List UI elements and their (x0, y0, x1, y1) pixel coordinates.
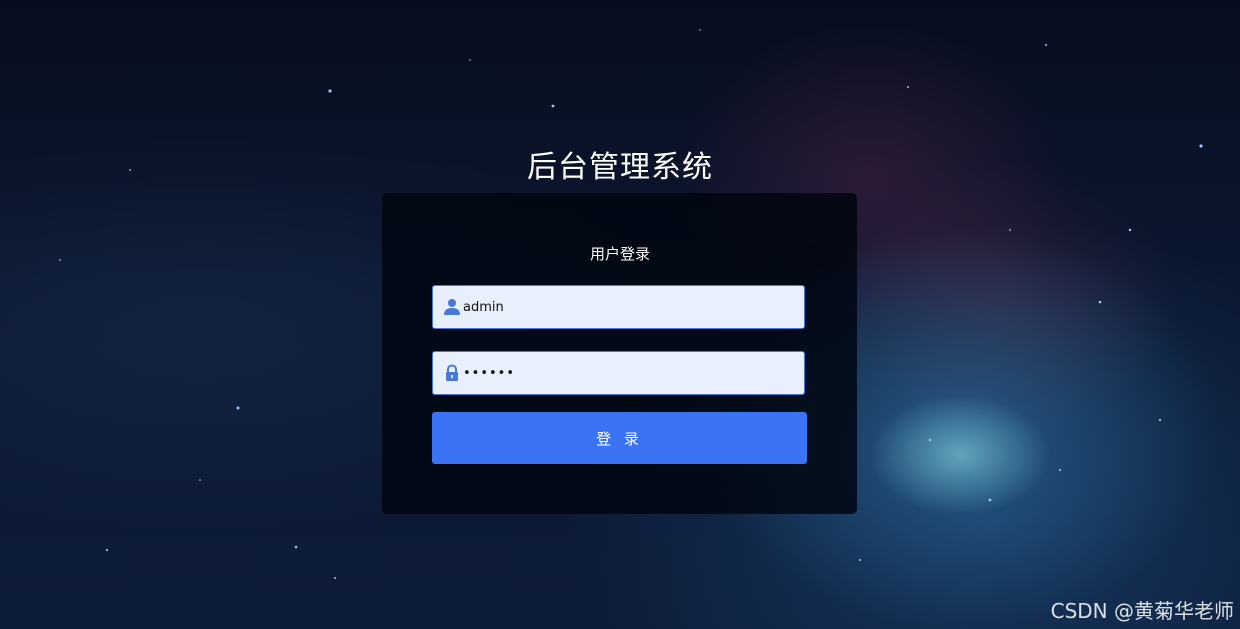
username-input[interactable] (463, 286, 793, 328)
password-input[interactable] (463, 352, 793, 394)
lock-icon (443, 364, 461, 382)
login-button[interactable]: 登 录 (432, 412, 807, 464)
watermark: CSDN @黄菊华老师 (1050, 599, 1234, 623)
page-title: 后台管理系统 (527, 150, 713, 185)
username-field[interactable] (432, 285, 805, 329)
user-icon (443, 298, 461, 316)
password-field[interactable] (432, 351, 805, 395)
login-heading: 用户登录 (589, 245, 650, 263)
